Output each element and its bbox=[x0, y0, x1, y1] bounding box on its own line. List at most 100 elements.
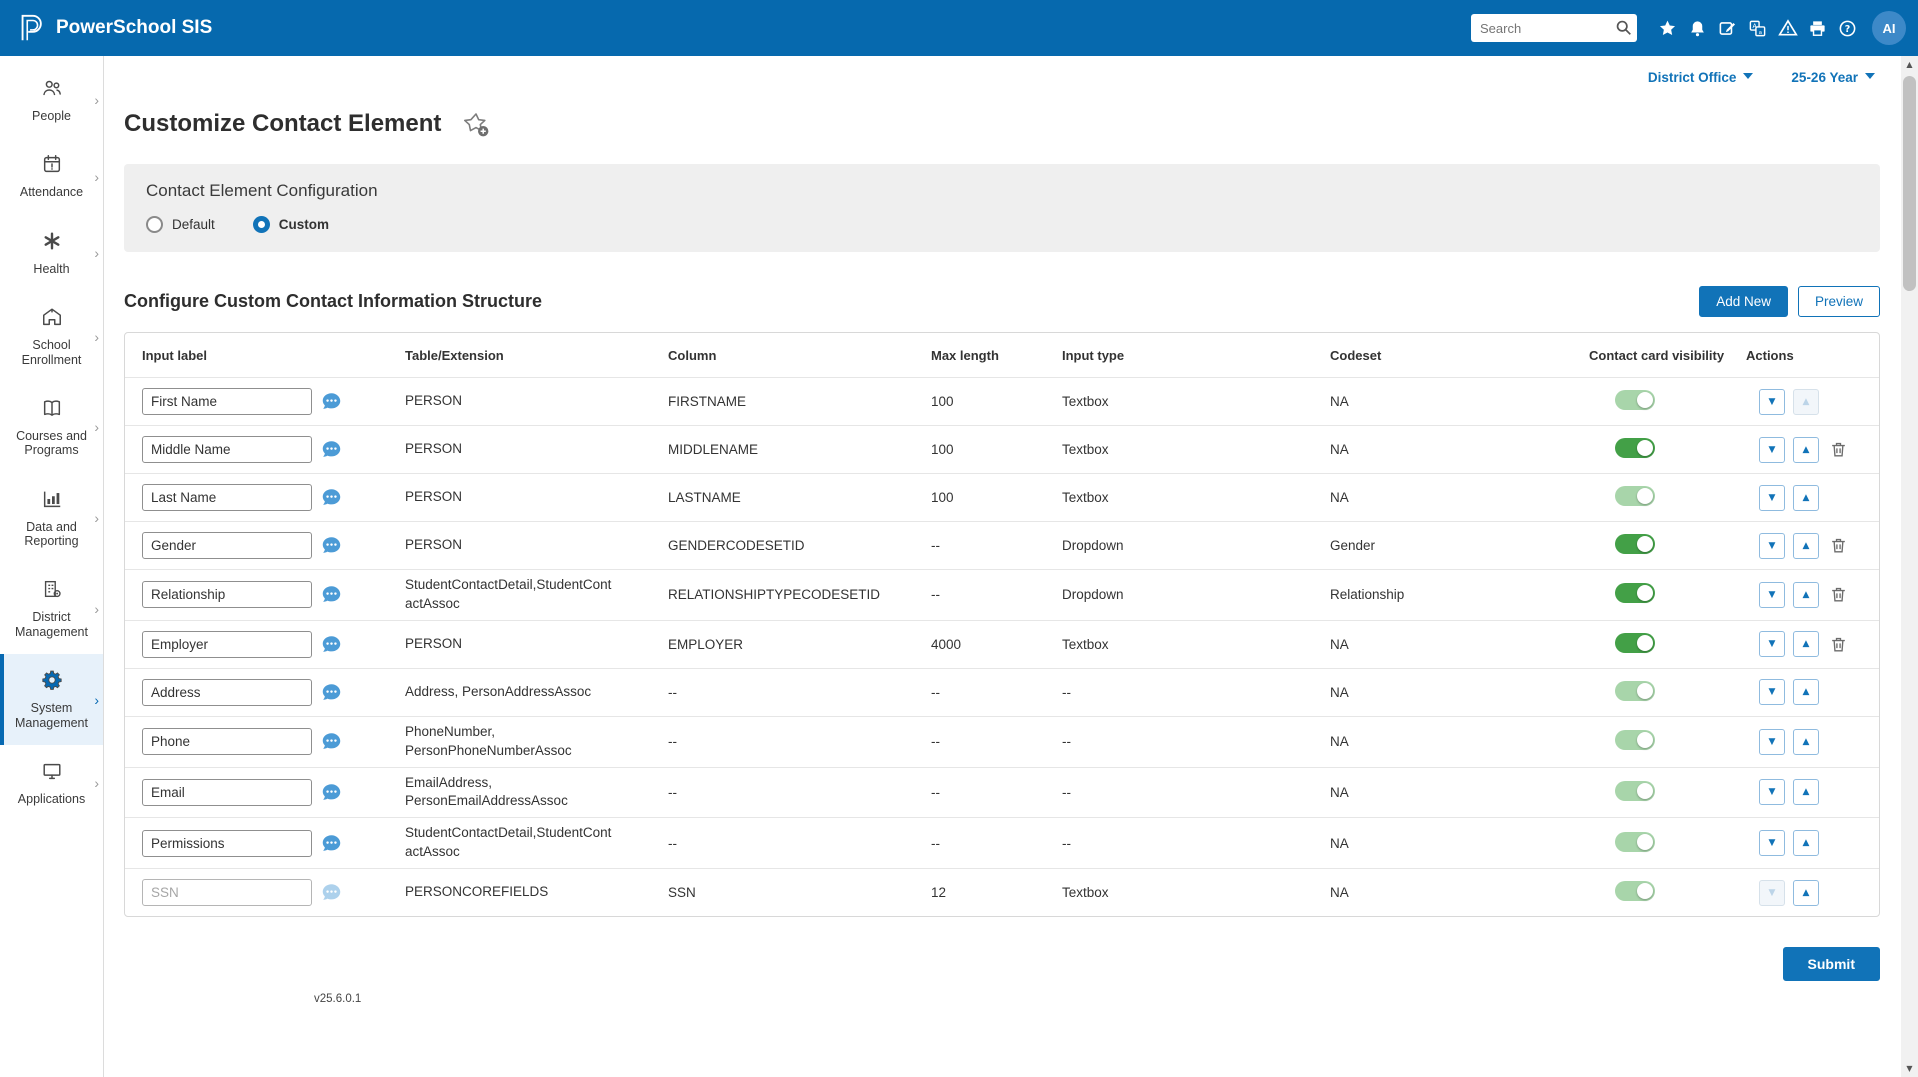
search-icon[interactable] bbox=[1615, 19, 1632, 41]
search-input[interactable] bbox=[1471, 14, 1637, 42]
comment-bubble-icon[interactable] bbox=[321, 439, 342, 460]
comment-bubble-icon[interactable] bbox=[321, 833, 342, 854]
favorites-star-icon[interactable] bbox=[1655, 15, 1680, 41]
move-up-button[interactable]: ▲ bbox=[1793, 485, 1819, 511]
comment-bubble-icon[interactable] bbox=[321, 584, 342, 605]
move-up-button[interactable]: ▲ bbox=[1793, 880, 1819, 906]
sidebar-item-school-enrollment[interactable]: School Enrollment › bbox=[0, 291, 103, 382]
comment-bubble-icon[interactable] bbox=[321, 682, 342, 703]
table-extension-value: StudentContactDetail,StudentContactAssoc bbox=[405, 824, 623, 862]
submit-button[interactable]: Submit bbox=[1783, 947, 1880, 981]
vertical-scrollbar[interactable]: ▲ ▼ bbox=[1901, 56, 1918, 1077]
move-up-button[interactable]: ▲ bbox=[1793, 533, 1819, 559]
scroll-up-arrow[interactable]: ▲ bbox=[1901, 56, 1918, 73]
move-down-button[interactable]: ▼ bbox=[1759, 533, 1785, 559]
contact-card-visibility-toggle[interactable] bbox=[1615, 633, 1655, 653]
chevron-right-icon: › bbox=[94, 692, 99, 708]
move-down-button[interactable]: ▼ bbox=[1759, 830, 1785, 856]
contact-card-visibility-toggle[interactable] bbox=[1615, 730, 1655, 750]
comment-bubble-icon[interactable] bbox=[321, 882, 342, 903]
contact-card-visibility-toggle[interactable] bbox=[1615, 534, 1655, 554]
help-icon[interactable]: ? bbox=[1835, 15, 1860, 41]
max-length-value: -- bbox=[931, 538, 1062, 553]
contact-card-visibility-toggle[interactable] bbox=[1615, 881, 1655, 901]
move-up-button[interactable]: ▲ bbox=[1793, 582, 1819, 608]
delete-row-button[interactable] bbox=[1827, 437, 1849, 463]
input-label-field[interactable] bbox=[142, 879, 312, 906]
sidebar-item-system-management[interactable]: System Management › bbox=[0, 654, 103, 745]
move-up-button[interactable]: ▲ bbox=[1793, 389, 1819, 415]
people-icon bbox=[41, 77, 63, 104]
move-up-button[interactable]: ▲ bbox=[1793, 679, 1819, 705]
scroll-down-arrow[interactable]: ▼ bbox=[1901, 1060, 1918, 1077]
contact-card-visibility-toggle[interactable] bbox=[1615, 390, 1655, 410]
sidebar-item-attendance[interactable]: Attendance › bbox=[0, 138, 103, 214]
comment-bubble-icon[interactable] bbox=[321, 634, 342, 655]
comment-bubble-icon[interactable] bbox=[321, 487, 342, 508]
comment-bubble-icon[interactable] bbox=[321, 782, 342, 803]
move-down-button[interactable]: ▼ bbox=[1759, 880, 1785, 906]
move-down-button[interactable]: ▼ bbox=[1759, 779, 1785, 805]
contact-card-visibility-toggle[interactable] bbox=[1615, 438, 1655, 458]
move-down-button[interactable]: ▼ bbox=[1759, 437, 1785, 463]
move-up-button[interactable]: ▲ bbox=[1793, 779, 1819, 805]
move-up-button[interactable]: ▲ bbox=[1793, 437, 1819, 463]
sidebar-item-people[interactable]: People › bbox=[0, 62, 103, 138]
contact-card-visibility-toggle[interactable] bbox=[1615, 832, 1655, 852]
input-label-field[interactable] bbox=[142, 581, 312, 608]
left-navigation-sidebar: People › Attendance › Health › School En… bbox=[0, 56, 104, 1077]
move-down-button[interactable]: ▼ bbox=[1759, 389, 1785, 415]
move-down-button[interactable]: ▼ bbox=[1759, 485, 1785, 511]
contact-card-visibility-toggle[interactable] bbox=[1615, 681, 1655, 701]
move-down-button[interactable]: ▼ bbox=[1759, 729, 1785, 755]
contact-card-visibility-toggle[interactable] bbox=[1615, 583, 1655, 603]
move-up-button[interactable]: ▲ bbox=[1793, 729, 1819, 755]
contact-card-visibility-toggle[interactable] bbox=[1615, 486, 1655, 506]
preview-button[interactable]: Preview bbox=[1798, 286, 1880, 317]
radio-unchecked-icon bbox=[146, 216, 163, 233]
table-extension-value: PERSON bbox=[405, 536, 623, 555]
school-year-selector[interactable]: 25-26 Year bbox=[1791, 70, 1875, 85]
input-label-field[interactable] bbox=[142, 779, 312, 806]
school-scope-selector[interactable]: District Office bbox=[1648, 70, 1754, 85]
translate-icon[interactable]: Aa bbox=[1745, 15, 1770, 41]
delete-row-button[interactable] bbox=[1827, 631, 1849, 657]
delete-row-button[interactable] bbox=[1827, 582, 1849, 608]
move-down-button[interactable]: ▼ bbox=[1759, 631, 1785, 657]
notifications-bell-icon[interactable] bbox=[1685, 15, 1710, 41]
scrollbar-thumb[interactable] bbox=[1903, 76, 1916, 291]
input-label-field[interactable] bbox=[142, 532, 312, 559]
sidebar-item-district-management[interactable]: District Management › bbox=[0, 563, 103, 654]
move-up-button[interactable]: ▲ bbox=[1793, 830, 1819, 856]
input-label-field[interactable] bbox=[142, 631, 312, 658]
input-label-field[interactable] bbox=[142, 436, 312, 463]
sidebar-item-health[interactable]: Health › bbox=[0, 215, 103, 291]
move-down-button[interactable]: ▼ bbox=[1759, 679, 1785, 705]
sidebar-item-applications[interactable]: Applications › bbox=[0, 745, 103, 821]
contact-card-visibility-toggle[interactable] bbox=[1615, 781, 1655, 801]
column-value: -- bbox=[668, 836, 931, 851]
radio-option-default[interactable]: Default bbox=[146, 216, 215, 233]
add-new-button[interactable]: Add New bbox=[1699, 286, 1788, 317]
delete-row-button[interactable] bbox=[1827, 533, 1849, 559]
input-label-field[interactable] bbox=[142, 484, 312, 511]
input-label-field[interactable] bbox=[142, 728, 312, 755]
codeset-value: NA bbox=[1330, 885, 1589, 900]
alerts-icon[interactable] bbox=[1775, 15, 1800, 41]
input-label-field[interactable] bbox=[142, 679, 312, 706]
user-avatar[interactable]: AI bbox=[1872, 11, 1906, 45]
compose-icon[interactable] bbox=[1715, 15, 1740, 41]
input-type-value: Textbox bbox=[1062, 442, 1330, 457]
print-icon[interactable] bbox=[1805, 15, 1830, 41]
move-down-button[interactable]: ▼ bbox=[1759, 582, 1785, 608]
add-to-favorites-icon[interactable] bbox=[463, 111, 490, 138]
input-label-field[interactable] bbox=[142, 388, 312, 415]
radio-option-custom[interactable]: Custom bbox=[253, 216, 329, 233]
comment-bubble-icon[interactable] bbox=[321, 391, 342, 412]
sidebar-item-courses-and-programs[interactable]: Courses and Programs › bbox=[0, 382, 103, 473]
input-label-field[interactable] bbox=[142, 830, 312, 857]
sidebar-item-data-and-reporting[interactable]: Data and Reporting › bbox=[0, 473, 103, 564]
move-up-button[interactable]: ▲ bbox=[1793, 631, 1819, 657]
comment-bubble-icon[interactable] bbox=[321, 731, 342, 752]
comment-bubble-icon[interactable] bbox=[321, 535, 342, 556]
